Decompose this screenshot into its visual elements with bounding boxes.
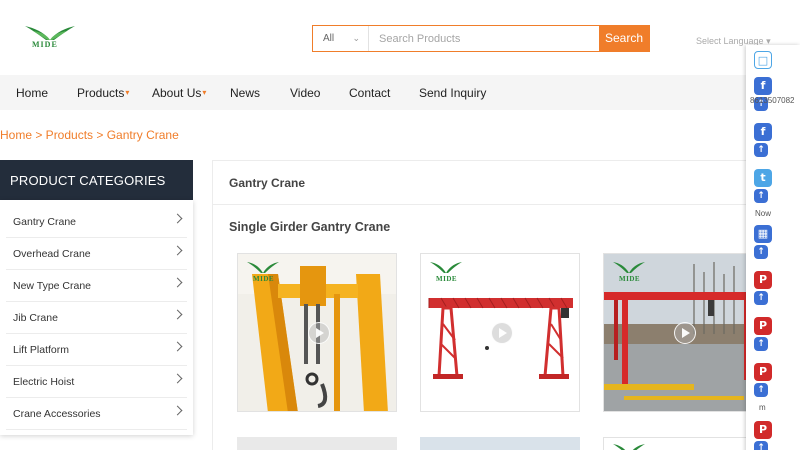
facebook-icon[interactable]: f — [754, 77, 772, 95]
divider — [213, 204, 800, 205]
brand-logo-icon — [612, 442, 646, 450]
sidebar-item-crane-accessories[interactable]: Crane Accessories — [6, 398, 187, 430]
sidebar-item-overhead-crane[interactable]: Overhead Crane — [6, 238, 187, 270]
nav-item-about-us[interactable]: About Us▾ — [152, 86, 206, 100]
chevron-down-icon: ⌄ — [352, 33, 360, 43]
nav-label: About Us — [152, 86, 202, 100]
nav-item-send-inquiry[interactable]: Send Inquiry — [419, 86, 486, 100]
grid-icon[interactable]: ▦ — [754, 225, 772, 243]
nav-label: Send Inquiry — [419, 86, 487, 100]
nav-label: Products — [77, 86, 125, 100]
chevron-right-icon — [172, 373, 183, 384]
sidebar-title: PRODUCT CATEGORIES — [0, 160, 193, 200]
m-label: m — [759, 403, 766, 412]
chevron-right-icon — [172, 213, 183, 224]
play-video-icon[interactable] — [491, 322, 513, 344]
nav-label: News — [230, 86, 261, 100]
chevron-right-icon — [172, 245, 183, 256]
product-card[interactable]: MIDE — [603, 253, 763, 412]
product-card[interactable]: MIDE — [420, 253, 580, 412]
section-title: Single Girder Gantry Crane — [229, 220, 391, 234]
nav-item-news[interactable]: News — [230, 86, 260, 100]
main-nav: Home Products▾ About Us▾ News Video Cont… — [0, 75, 800, 110]
product-card[interactable] — [603, 437, 763, 450]
nav-label: Contact — [349, 86, 391, 100]
product-card[interactable] — [237, 437, 397, 450]
chevron-right-icon — [172, 405, 183, 416]
caret-down-icon: ▾ — [202, 88, 207, 97]
play-video-icon[interactable] — [674, 322, 696, 344]
sidebar-item-lift-platform[interactable]: Lift Platform — [6, 334, 187, 366]
share-icon[interactable]: ↑ — [754, 189, 768, 203]
brand-logo-text: MIDE — [619, 275, 641, 283]
sidebar-item-new-type-crane[interactable]: New Type Crane — [6, 270, 187, 302]
nav-label: Video — [290, 86, 321, 100]
share-icon[interactable]: ↑ — [754, 337, 768, 351]
share-icon[interactable]: ↑ — [754, 441, 768, 450]
share-icon[interactable]: ↑ — [754, 291, 768, 305]
share-sidebar: □ f ↑ 8613507082 f ↑ t ↑ Now ▦ ↑ P ↑ P ↑… — [746, 45, 800, 450]
chevron-right-icon — [172, 277, 183, 288]
product-card[interactable] — [420, 437, 580, 450]
sidebar-item-gantry-crane[interactable]: Gantry Crane — [6, 206, 187, 238]
phone-number: 8613507082 — [750, 96, 795, 105]
sidebar-item-label: Crane Accessories — [13, 408, 101, 420]
search-bar: All ⌄ Search — [312, 25, 650, 52]
search-category-select[interactable]: All ⌄ — [313, 26, 369, 51]
page: MIDE All ⌄ Search Select Language ▾ Home… — [0, 0, 800, 450]
cart-icon[interactable]: □ — [754, 51, 772, 69]
sidebar-item-label: Overhead Crane — [13, 248, 91, 260]
nav-item-products[interactable]: Products▾ — [77, 86, 129, 100]
search-input[interactable] — [369, 26, 599, 51]
product-card[interactable]: MIDE — [237, 253, 397, 412]
breadcrumb[interactable]: Home > Products > Gantry Crane — [0, 128, 179, 142]
nav-item-contact[interactable]: Contact — [349, 86, 390, 100]
sidebar-item-label: Electric Hoist — [13, 376, 75, 388]
logo-text: MIDE — [32, 40, 58, 49]
pinterest-icon[interactable]: P — [754, 421, 772, 439]
play-video-icon[interactable] — [308, 322, 330, 344]
sidebar-item-electric-hoist[interactable]: Electric Hoist — [6, 366, 187, 398]
share-icon[interactable]: ↑ — [754, 143, 768, 157]
now-label: Now — [755, 209, 772, 218]
sidebar-item-label: Jib Crane — [13, 312, 58, 324]
share-icon[interactable]: ↑ — [754, 245, 768, 259]
share-icon[interactable]: ↑ — [754, 383, 768, 397]
pinterest-icon[interactable]: P — [754, 363, 772, 381]
sidebar-categories: Gantry Crane Overhead Crane New Type Cra… — [0, 200, 193, 435]
page-title: Gantry Crane — [229, 176, 306, 190]
nav-label: Home — [16, 86, 49, 100]
twitter-icon[interactable]: t — [754, 169, 772, 187]
chevron-right-icon — [172, 341, 183, 352]
sidebar-item-label: Lift Platform — [13, 344, 70, 356]
pinterest-icon[interactable]: P — [754, 271, 772, 289]
search-button[interactable]: Search — [599, 26, 649, 51]
facebook-icon[interactable]: f — [754, 123, 772, 141]
brand-logo-text: MIDE — [436, 275, 458, 283]
sidebar-item-label: Gantry Crane — [13, 216, 77, 228]
nav-item-home[interactable]: Home — [16, 86, 48, 100]
search-category-value: All — [323, 33, 335, 44]
sidebar-item-label: New Type Crane — [13, 280, 92, 292]
sidebar-item-jib-crane[interactable]: Jib Crane — [6, 302, 187, 334]
brand-logo-text: MIDE — [253, 275, 275, 283]
nav-item-video[interactable]: Video — [290, 86, 320, 100]
caret-down-icon: ▾ — [125, 88, 130, 97]
pinterest-icon[interactable]: P — [754, 317, 772, 335]
chevron-right-icon — [172, 309, 183, 320]
